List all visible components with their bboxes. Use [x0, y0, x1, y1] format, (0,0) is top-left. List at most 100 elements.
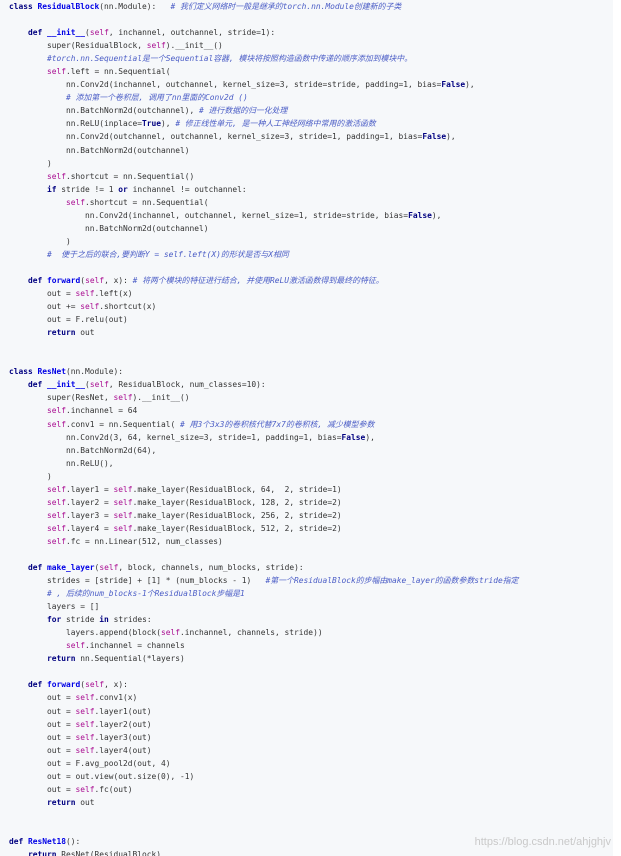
code-self: self — [47, 419, 67, 429]
code-text: (nn.Module): — [99, 2, 171, 11]
code-line: class ResidualBlock(nn.Module): # 我们定义网络… — [9, 0, 613, 13]
code-text: .inchannel = channels — [85, 641, 185, 651]
code-text: .shortcut = nn.Sequential() — [66, 171, 195, 181]
code-text: .layer3 = — [66, 510, 114, 520]
code-self: self — [113, 523, 133, 533]
code-keyword: def — [28, 380, 48, 390]
code-block[interactable]: class ResidualBlock(nn.Module): # 我们定义网络… — [0, 0, 613, 856]
code-text: out += — [9, 302, 81, 312]
code-keyword: def — [28, 28, 48, 38]
code-text: (): — [66, 837, 81, 846]
code-text: inchannel != outchannel: — [132, 184, 247, 194]
code-line: def __init__(self, inchannel, outchannel… — [9, 26, 613, 39]
code-keyword: def — [28, 563, 48, 573]
code-text: , block, channels, num_blocks, stride): — [118, 563, 304, 573]
code-line: out = self.fc(out) — [9, 783, 613, 796]
code-comment: #torch.nn.Sequential是一个Sequential容器, 模块将… — [47, 54, 413, 64]
code-function-name: ResNet18 — [28, 837, 67, 846]
code-comment: # 修正线性单元, 是一种人工神经网络中常用的激活函数 — [175, 119, 376, 129]
code-text: .shortcut = nn.Sequential( — [85, 197, 209, 207]
code-line: self.left = nn.Sequential( — [9, 65, 613, 78]
code-line: ) — [9, 470, 613, 483]
code-line: out = self.layer2(out) — [9, 718, 613, 731]
code-self: self — [75, 706, 95, 716]
code-line: return nn.Sequential(*layers) — [9, 652, 613, 665]
code-text: .layer2 = — [66, 497, 114, 507]
code-comment: # 用3个3x3的卷积核代替7x7的卷积核, 减少模型参数 — [180, 419, 375, 429]
code-comment: # 将两个模块的特征进行结合, 并使用ReLU激活函数得到最终的特征。 — [132, 275, 384, 285]
code-line: #torch.nn.Sequential是一个Sequential容器, 模块将… — [9, 52, 613, 65]
code-text: ).__init__() — [165, 41, 223, 51]
code-text: , inchannel, outchannel, stride=1): — [108, 28, 276, 38]
code-line: out = self.layer1(out) — [9, 705, 613, 718]
code-line: layers = [] — [9, 600, 613, 613]
code-text: out = — [9, 289, 76, 299]
code-text: out = out.view(out.size(0), -1) — [9, 771, 195, 781]
code-text: ), — [431, 210, 442, 220]
code-text: , ResidualBlock, num_classes=10): — [108, 380, 266, 390]
code-self: self — [47, 536, 67, 546]
code-line: self.layer3 = self.make_layer(ResidualBl… — [9, 509, 613, 522]
code-line: def forward(self, x): — [9, 678, 613, 691]
code-text: .fc(out) — [94, 784, 133, 794]
code-self: self — [47, 484, 67, 494]
code-keyword: False — [341, 432, 366, 442]
code-text: .shortcut(x) — [99, 302, 157, 312]
code-keyword: class — [9, 2, 38, 11]
code-line: out = self.layer4(out) — [9, 744, 613, 757]
code-self: self — [161, 628, 181, 638]
code-line: nn.BatchNorm2d(64), — [9, 444, 613, 457]
code-function-name: __init__ — [47, 28, 86, 38]
code-comment: # 便于之后的联合,要判断Y = self.left(X)的形状是否与X相同 — [47, 249, 289, 259]
code-text: .fc = nn.Linear(512, num_classes) — [66, 536, 223, 546]
code-text: nn.BatchNorm2d(64), — [9, 445, 157, 455]
code-text: stride — [66, 615, 100, 625]
code-self: self — [89, 28, 109, 38]
code-keyword: return — [47, 797, 81, 807]
code-function-name: ResNet — [37, 367, 67, 377]
code-text: nn.Conv2d(inchannel, outchannel, kernel_… — [9, 210, 409, 220]
watermark: https://blog.csdn.net/ahjghjv — [474, 836, 611, 848]
code-line: self.shortcut = nn.Sequential() — [9, 170, 613, 183]
code-text: strides: — [113, 615, 152, 625]
code-line: nn.Conv2d(inchannel, outchannel, kernel_… — [9, 209, 613, 222]
code-line: strides = [stride] + [1] * (num_blocks -… — [9, 574, 613, 587]
code-text: out = — [9, 693, 76, 703]
code-line: super(ResidualBlock, self).__init__() — [9, 39, 613, 52]
code-comment: # 进行数据的归一化处理 — [199, 106, 288, 116]
code-line: out = self.layer3(out) — [9, 731, 613, 744]
code-self: self — [75, 693, 95, 703]
code-line: nn.BatchNorm2d(outchannel) — [9, 222, 613, 235]
code-line: ) — [9, 235, 613, 248]
code-self: self — [47, 523, 67, 533]
code-line: if stride != 1 or inchannel != outchanne… — [9, 183, 613, 196]
code-line: def __init__(self, ResidualBlock, num_cl… — [9, 378, 613, 391]
code-self: self — [113, 484, 133, 494]
code-line: nn.Conv2d(3, 64, kernel_size=3, stride=1… — [9, 431, 613, 444]
code-text: layers = [] — [9, 602, 100, 612]
code-keyword: def — [9, 837, 29, 846]
code-text: nn.Sequential(*layers) — [80, 654, 185, 664]
code-line: self.inchannel = channels — [9, 639, 613, 652]
code-comment: #第一个ResidualBlock的步幅由make_layer的函数参数stri… — [265, 576, 519, 586]
code-line: self.fc = nn.Linear(512, num_classes) — [9, 535, 613, 548]
code-keyword: True — [142, 119, 162, 129]
code-line: self.layer1 = self.make_layer(ResidualBl… — [9, 483, 613, 496]
code-comment: # 我们定义网络时一般是继承的torch.nn.Module创建新的子类 — [170, 2, 402, 11]
code-line: self.shortcut = nn.Sequential( — [9, 196, 613, 209]
code-line: out = self.left(x) — [9, 287, 613, 300]
code-function-name: ResidualBlock — [37, 2, 100, 11]
